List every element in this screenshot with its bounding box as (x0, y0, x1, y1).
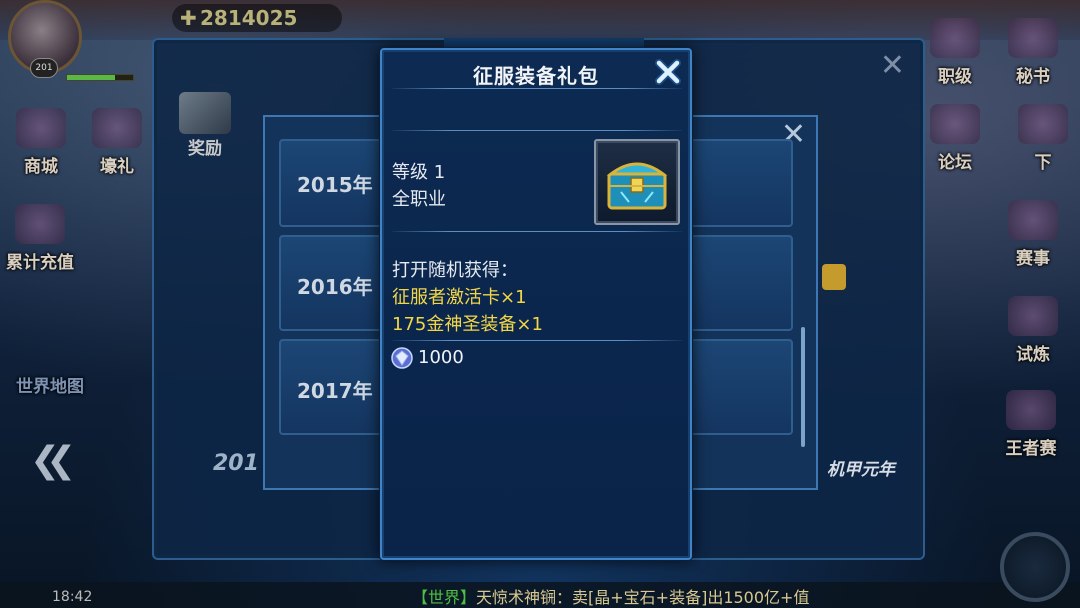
forum-button[interactable]: 论坛 (918, 104, 992, 173)
king-match-button[interactable]: 王者赛 (994, 390, 1068, 459)
title-divider (392, 88, 682, 89)
price-value: 1000 (418, 347, 464, 368)
chat-message: 天惊术神锎：卖[晶+宝石+装备]出1500亿+值 (476, 588, 810, 607)
gift-button[interactable]: 壕礼 (80, 108, 154, 177)
currency-display[interactable]: ✚ 2814025 (172, 4, 342, 32)
gift-pack-modal: 征服装备礼包 等级 1 全职业 打开随机获得： 征服者激活卡×1 175金神圣装… (380, 48, 692, 560)
year-list-scrollbar[interactable] (801, 327, 805, 447)
secretary-icon (1008, 18, 1058, 58)
treasure-chest-icon (606, 162, 668, 210)
item-class: 全职业 (392, 189, 446, 210)
price-line: 1000 (390, 346, 464, 370)
modal-close-button[interactable] (652, 56, 684, 88)
item-slot[interactable] (594, 139, 680, 225)
item-level: 等级 1 (392, 162, 446, 183)
king-match-icon (1006, 390, 1056, 430)
section-divider (392, 130, 682, 131)
shop-button[interactable]: 商城 (4, 108, 78, 177)
modal-title: 征服装备礼包 (473, 64, 599, 88)
section-divider (392, 231, 682, 232)
avatar-level-badge: 201 (30, 58, 58, 78)
year-label: 2016年 (297, 275, 373, 299)
back-panel-close-icon[interactable]: ✕ (880, 48, 905, 83)
reward-tab[interactable]: 奖励 (172, 92, 238, 159)
shop-icon (16, 108, 66, 148)
add-currency-icon[interactable]: ✚ (180, 4, 197, 32)
hp-bar-fill (67, 75, 115, 80)
chat-channel: 【世界】 (412, 588, 477, 607)
year-label: 2017年 (297, 379, 373, 403)
event-button[interactable]: 赛事 (996, 200, 1070, 269)
double-chevron-left-icon[interactable]: ❮❮ (30, 440, 76, 481)
year-label: 2015年 (297, 173, 373, 197)
diamond-gem-icon (391, 347, 413, 369)
down-button[interactable]: 下 (1006, 104, 1080, 173)
reward-chest-icon (179, 92, 231, 134)
joystick-dial[interactable] (1000, 532, 1070, 602)
reward-item: 征服者激活卡×1 (392, 287, 527, 308)
close-icon (655, 59, 681, 85)
down-icon (1018, 104, 1068, 144)
era-label: 机甲元年 (827, 460, 895, 480)
trial-button[interactable]: 试炼 (996, 296, 1070, 365)
secretary-button[interactable]: 秘书 (996, 18, 1070, 87)
clock-time: 18:42 (52, 589, 93, 605)
rank-icon (930, 18, 980, 58)
trial-icon (1008, 296, 1058, 336)
event-icon (1008, 200, 1058, 240)
rank-button[interactable]: 职级 (918, 18, 992, 87)
recharge-button[interactable]: 累计充值 (0, 204, 80, 273)
hp-bar (66, 74, 134, 81)
world-chat-line[interactable]: 【世界】天惊术神锎：卖[晶+宝石+装备]出1500亿+值 (412, 584, 810, 607)
left-year-label: 201 (213, 451, 259, 476)
forum-icon (930, 104, 980, 144)
reward-item: 175金神圣装备×1 (392, 314, 543, 335)
recharge-icon (15, 204, 65, 244)
world-map-button[interactable]: 世界地图 (0, 372, 100, 397)
currency-value: 2814025 (200, 6, 298, 30)
lock-icon (822, 264, 846, 290)
reward-heading: 打开随机获得： (392, 260, 518, 281)
section-divider (392, 340, 682, 341)
gift-icon (92, 108, 142, 148)
